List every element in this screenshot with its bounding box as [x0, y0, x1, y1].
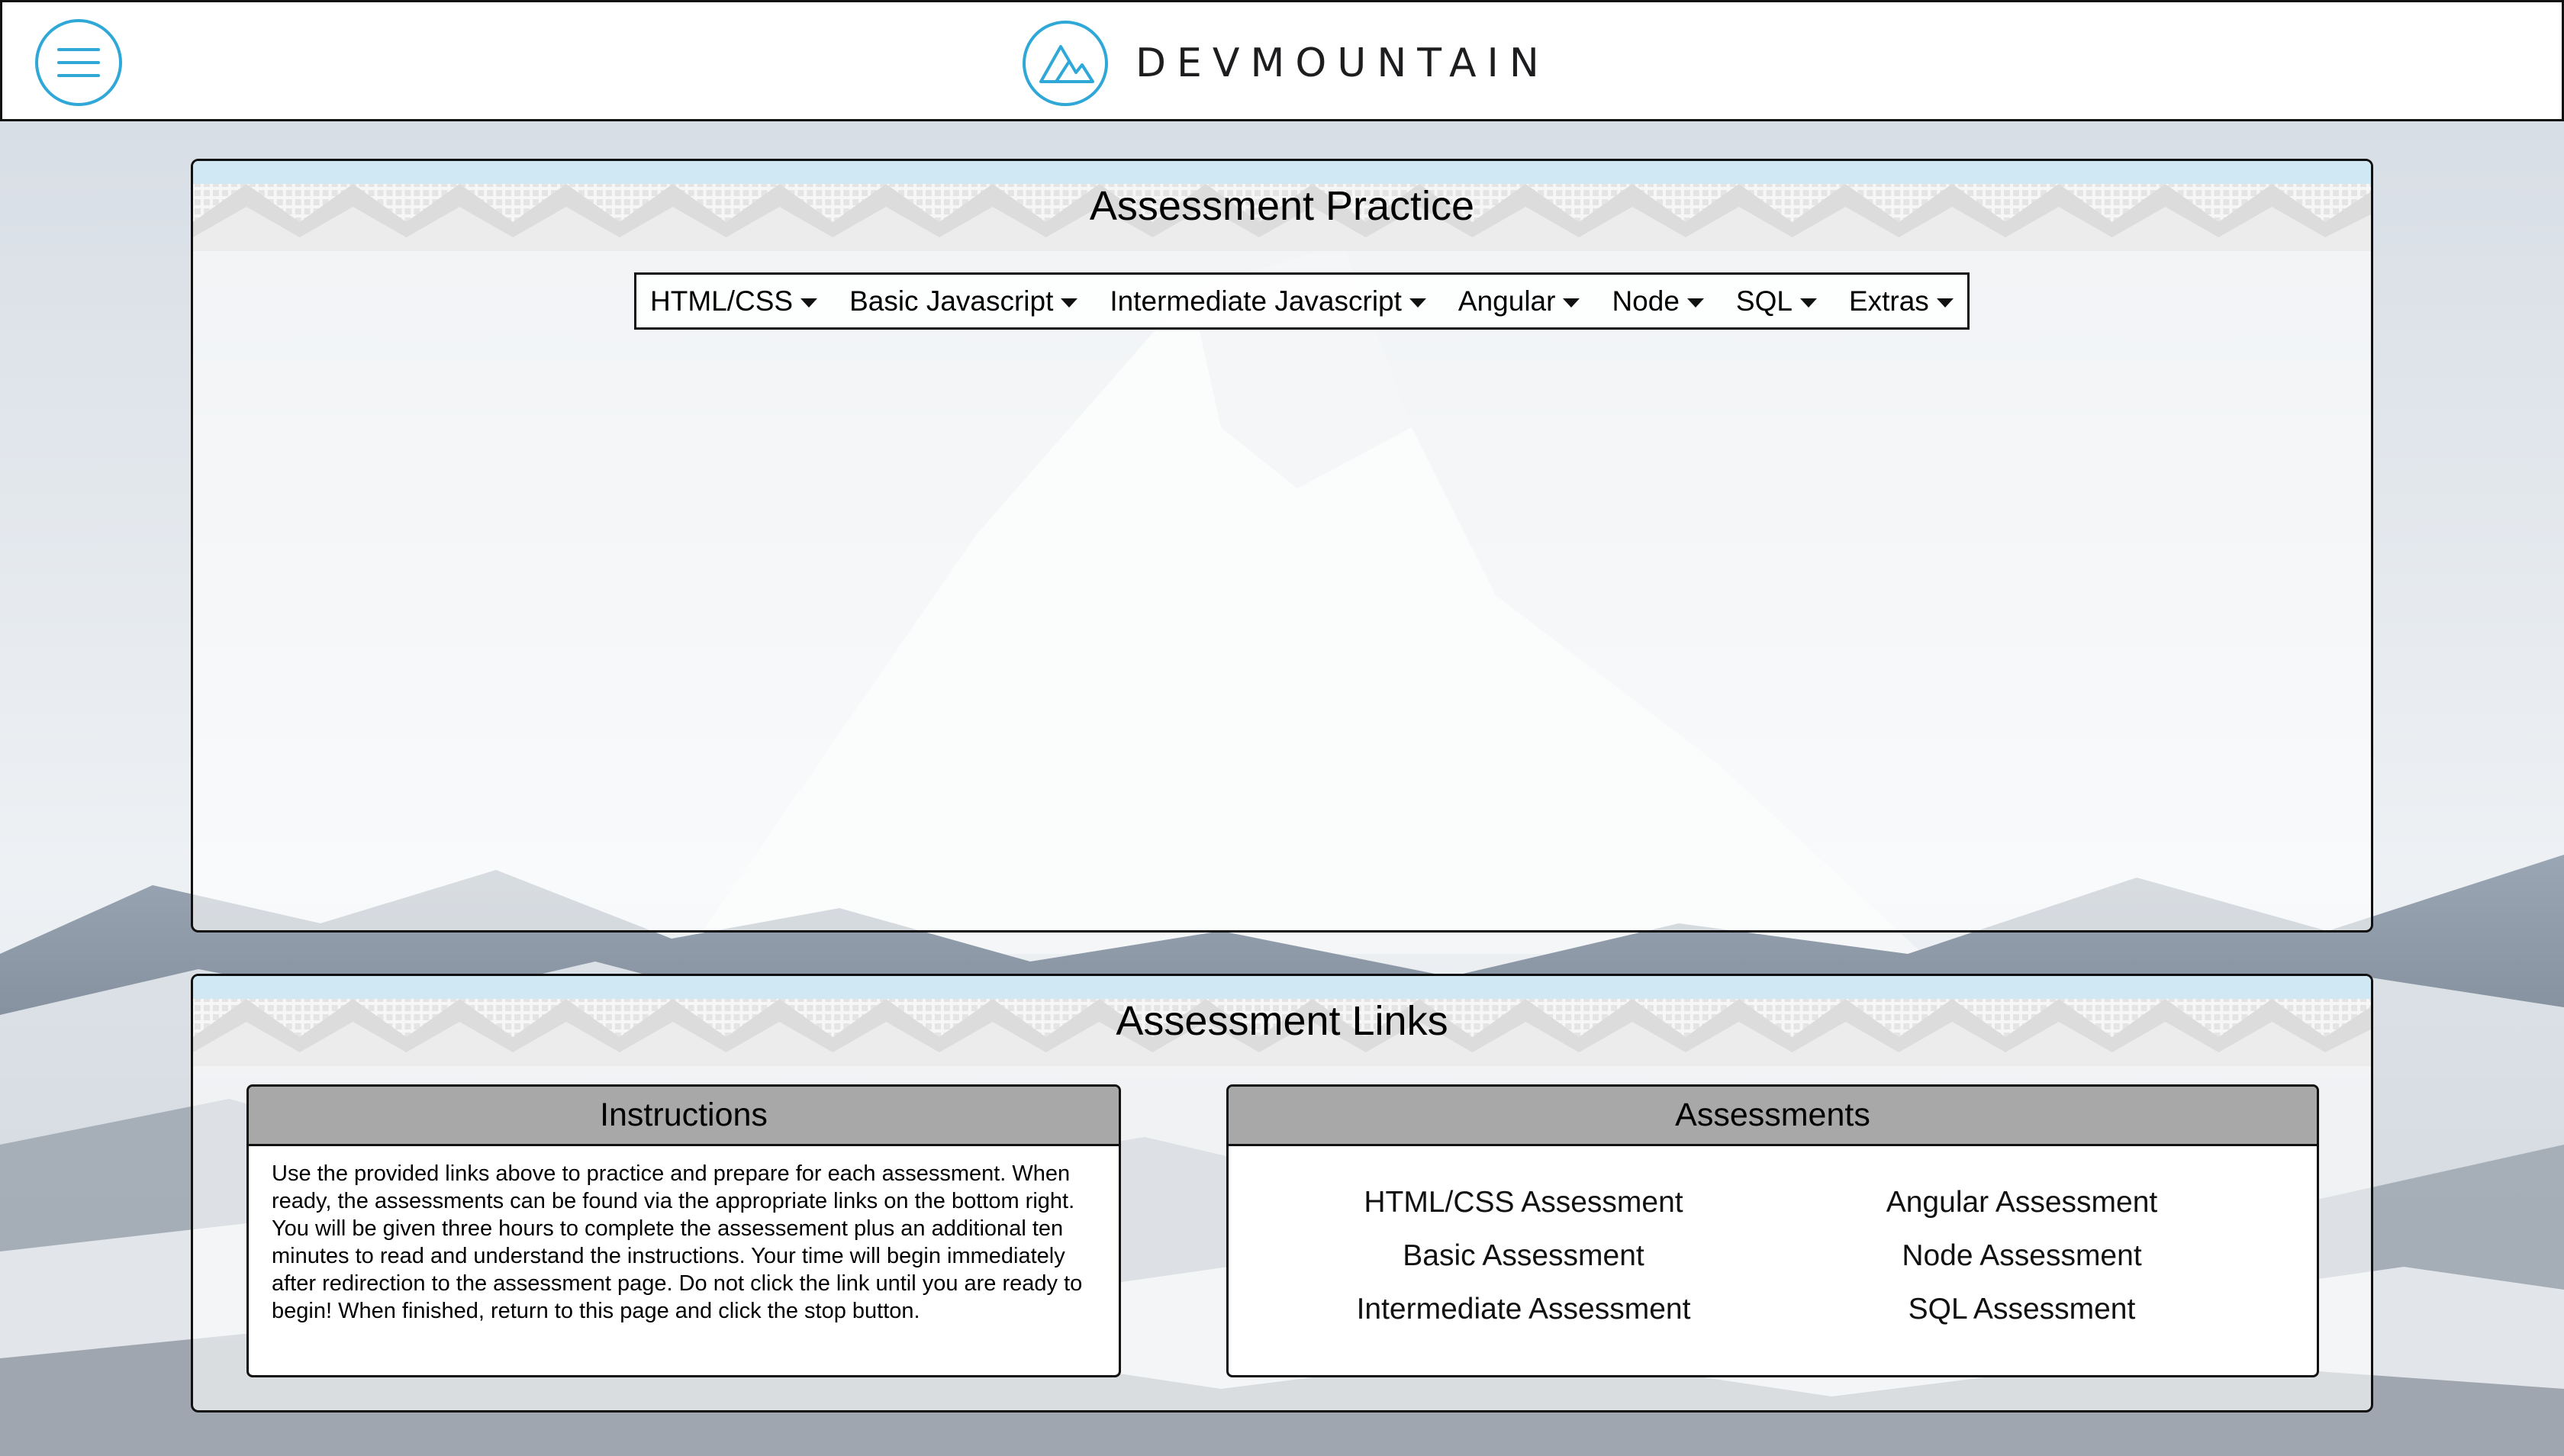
basic-assessment-link[interactable]: Basic Assessment [1274, 1232, 1773, 1280]
assessment-links-panel: Assessment Links Instructions Use the pr… [191, 974, 2373, 1413]
caret-down-icon [1061, 298, 1078, 308]
topic-label: Node [1612, 285, 1680, 317]
brand-home-link[interactable]: DEVMOUNTAIN [1021, 19, 1550, 108]
instructions-box: Instructions Use the provided links abov… [246, 1084, 1121, 1377]
sql-assessment-link[interactable]: SQL Assessment [1773, 1285, 2271, 1334]
topic-label: Intermediate Javascript [1110, 285, 1402, 317]
topic-dropdown-basic-javascript[interactable]: Basic Javascript [849, 285, 1094, 317]
node-assessment-link[interactable]: Node Assessment [1773, 1232, 2271, 1280]
links-title: Assessment Links [1116, 998, 1448, 1044]
brand-name: DEVMOUNTAIN [1135, 40, 1550, 86]
hamburger-menu-button[interactable] [35, 19, 122, 106]
topic-dropdown-html-css[interactable]: HTML/CSS [650, 285, 834, 317]
assessment-practice-panel: Assessment Practice HTML/CSS Basic Javas… [191, 159, 2373, 933]
caret-down-icon [800, 298, 818, 308]
caret-down-icon [1936, 298, 1954, 308]
topic-label: Basic Javascript [849, 285, 1054, 317]
intermediate-assessment-link[interactable]: Intermediate Assessment [1274, 1285, 1773, 1334]
topic-dropdown-extras[interactable]: Extras [1849, 285, 1960, 317]
mountain-logo-icon [1023, 21, 1108, 106]
practice-title: Assessment Practice [1089, 183, 1475, 229]
topic-label: Angular [1458, 285, 1556, 317]
topic-dropdown-node[interactable]: Node [1612, 285, 1720, 317]
topic-label: Extras [1848, 285, 1929, 317]
assessments-link-grid: HTML/CSS Assessment Angular Assessment B… [1229, 1146, 2317, 1334]
topic-dropdown-sql[interactable]: SQL [1736, 285, 1834, 317]
caret-down-icon [1409, 298, 1426, 308]
topic-label: HTML/CSS [650, 285, 794, 317]
menu-line-icon [57, 61, 100, 64]
top-navbar: DEVMOUNTAIN [0, 0, 2564, 121]
topic-dropdown-bar: HTML/CSS Basic Javascript Intermediate J… [634, 272, 1970, 330]
topic-dropdown-intermediate-javascript[interactable]: Intermediate Javascript [1110, 285, 1443, 317]
caret-down-icon [1799, 298, 1817, 308]
menu-line-icon [57, 48, 100, 51]
angular-assessment-link[interactable]: Angular Assessment [1773, 1178, 2271, 1227]
assessments-box: Assessments HTML/CSS Assessment Angular … [1226, 1084, 2319, 1377]
instructions-text: Use the provided links above to practice… [272, 1161, 1083, 1323]
caret-down-icon [1686, 298, 1704, 308]
assessments-heading: Assessments [1229, 1087, 2317, 1146]
html-css-assessment-link[interactable]: HTML/CSS Assessment [1274, 1178, 1773, 1227]
topic-label: SQL [1735, 285, 1793, 317]
menu-line-icon [57, 74, 100, 77]
instructions-heading: Instructions [249, 1087, 1119, 1146]
topic-dropdown-angular[interactable]: Angular [1458, 285, 1597, 317]
caret-down-icon [1563, 298, 1580, 308]
